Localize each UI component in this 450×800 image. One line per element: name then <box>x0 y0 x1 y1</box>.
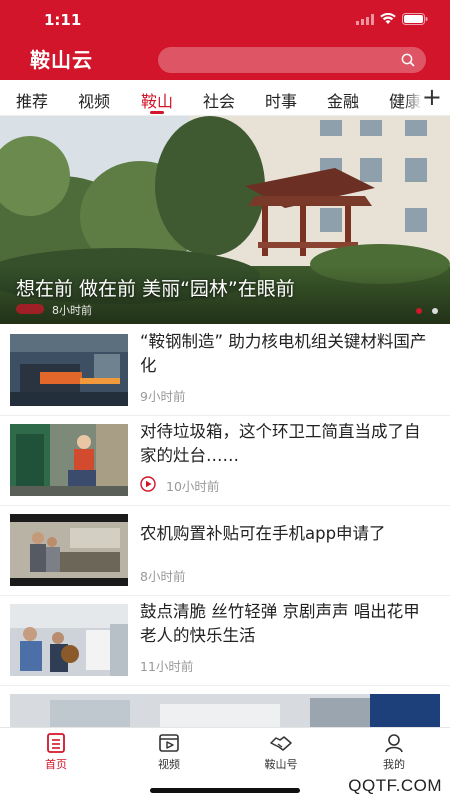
active-tab-indicator <box>150 111 164 114</box>
user-icon <box>385 734 403 753</box>
hero-source-badge <box>16 304 44 314</box>
news-title[interactable]: “鞍钢制造” 助力核电机组关键材料国产化 <box>140 330 436 378</box>
tab-current-affairs[interactable]: 时事 <box>265 88 297 112</box>
nav-me-label: 我的 <box>383 758 405 771</box>
hero-time: 8小时前 <box>52 304 92 317</box>
battery-icon <box>402 13 428 25</box>
status-time: 1:11 <box>44 11 82 29</box>
tab-finance[interactable]: 金融 <box>327 88 359 112</box>
tab-society[interactable]: 社会 <box>203 88 235 112</box>
tab-recommend[interactable]: 推荐 <box>16 88 48 112</box>
news-thumbnail <box>10 514 128 586</box>
watermark: QQTF.COM <box>348 776 442 795</box>
tab-video[interactable]: 视频 <box>78 88 110 112</box>
nav-home[interactable]: 首页 <box>26 732 86 772</box>
search-bar[interactable] <box>158 47 426 73</box>
search-icon[interactable] <box>400 52 416 68</box>
app-header: 1:11 鞍山云 <box>0 0 450 80</box>
tab-anshan[interactable]: 鞍山 <box>141 88 173 112</box>
video-icon <box>159 734 179 752</box>
nav-me[interactable]: 我的 <box>364 732 424 772</box>
app-logo: 鞍山云 <box>30 48 93 72</box>
hero-title[interactable]: 想在前 做在前 美丽“园林”在眼前 <box>16 274 295 301</box>
add-tab-button[interactable]: + <box>422 83 442 111</box>
status-icons <box>356 13 428 25</box>
nav-video[interactable]: 视频 <box>139 732 199 772</box>
news-item[interactable]: 对待垃圾箱，这个环卫工简直当成了自家的灶台…… 10小时前 <box>0 416 450 506</box>
news-thumbnail <box>10 334 128 406</box>
wifi-icon <box>380 13 396 24</box>
news-title[interactable]: 农机购置补贴可在手机app申请了 <box>140 522 436 546</box>
signal-icon <box>356 13 374 25</box>
news-time: 8小时前 <box>140 569 186 584</box>
news-time: 11小时前 <box>140 659 194 674</box>
news-item[interactable]: 农机购置补贴可在手机app申请了 8小时前 <box>0 506 450 596</box>
news-time: 9小时前 <box>140 389 186 404</box>
hero-banner[interactable]: 想在前 做在前 美丽“园林”在眼前 8小时前 <box>0 116 450 324</box>
nav-video-label: 视频 <box>158 758 180 771</box>
slide-dot[interactable] <box>432 308 438 314</box>
app-screen: 1:11 鞍山云 推荐 视频 鞍山 社会 时事 金融 + 想在前 做在前 美丽“… <box>0 0 450 800</box>
category-tabs: 推荐 视频 鞍山 社会 时事 金融 健康 + <box>0 80 450 116</box>
nav-anshan-account[interactable]: 鞍山号 <box>251 732 311 772</box>
handshake-icon <box>270 736 292 751</box>
video-play-icon <box>140 476 156 492</box>
news-item[interactable]: “鞍钢制造” 助力核电机组关键材料国产化 9小时前 <box>0 326 450 416</box>
slide-dot-active[interactable] <box>416 308 422 314</box>
nav-home-label: 首页 <box>45 758 67 771</box>
home-indicator[interactable] <box>150 788 300 793</box>
news-thumbnail <box>10 424 128 496</box>
news-title[interactable]: 鼓点清脆 丝竹轻弹 京剧声声 唱出花甲老人的快乐生活 <box>140 600 436 648</box>
news-thumbnail <box>10 604 128 676</box>
status-bar: 1:11 <box>0 0 450 36</box>
news-title[interactable]: 对待垃圾箱，这个环卫工简直当成了自家的灶台…… <box>140 420 436 468</box>
news-item[interactable]: 鼓点清脆 丝竹轻弹 京剧声声 唱出花甲老人的快乐生活 11小时前 <box>0 596 450 686</box>
nav-anshan-account-label: 鞍山号 <box>264 758 298 771</box>
news-time: 10小时前 <box>166 479 220 494</box>
home-icon <box>47 733 65 753</box>
